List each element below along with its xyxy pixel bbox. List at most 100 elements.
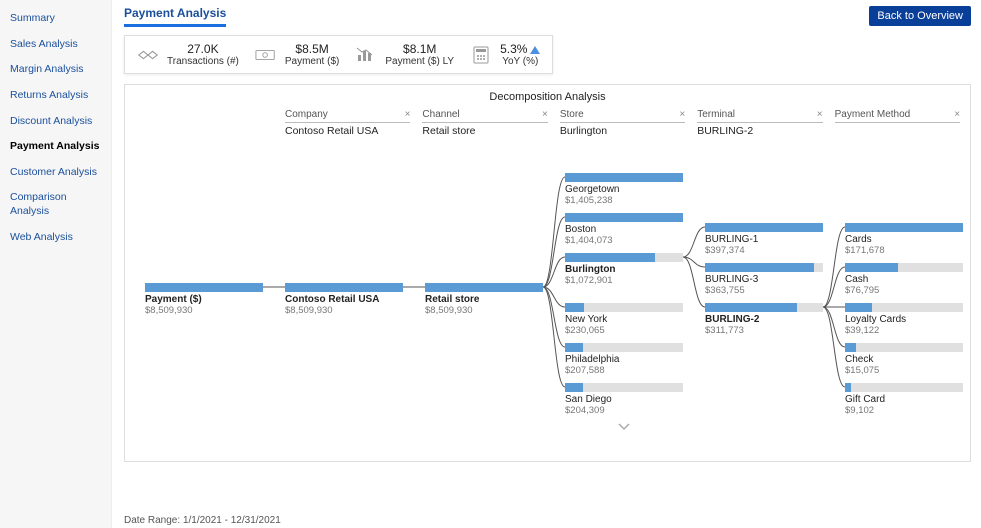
kpi-value: $8.5M xyxy=(285,42,339,56)
node-store-san-diego[interactable]: San Diego$204,309 xyxy=(565,383,683,416)
chart-icon xyxy=(355,46,377,64)
sidebar-item-sales-analysis[interactable]: Sales Analysis xyxy=(0,32,111,58)
decomposition-tree[interactable]: Payment ($)$8,509,930Contoso Retail USA$… xyxy=(135,153,960,453)
node-name: Philadelphia xyxy=(565,354,683,366)
node-method-check[interactable]: Check$15,075 xyxy=(845,343,963,376)
node-value: $397,374 xyxy=(705,246,823,257)
sidebar-item-payment-analysis[interactable]: Payment Analysis xyxy=(0,134,111,160)
breadcrumb-name: Channel xyxy=(422,109,459,120)
decomposition-breadcrumbs: Company × Contoso Retail USA Channel × Retail… xyxy=(285,109,960,137)
node-name: Loyalty Cards xyxy=(845,314,963,326)
node-value: $204,309 xyxy=(565,406,683,417)
node-bar xyxy=(705,263,823,272)
node-method-gift-card[interactable]: Gift Card$9,102 xyxy=(845,383,963,416)
node-bar xyxy=(425,283,543,292)
breadcrumb-name: Payment Method xyxy=(835,109,911,120)
node-name: Georgetown xyxy=(565,184,683,196)
node-name: New York xyxy=(565,314,683,326)
chevron-down-icon[interactable] xyxy=(617,421,631,435)
node-value: $311,773 xyxy=(705,326,823,337)
breadcrumb-value xyxy=(835,123,960,125)
breadcrumb-value: Retail store xyxy=(422,123,547,137)
node-value: $1,072,901 xyxy=(565,276,683,287)
node-store-philadelphia[interactable]: Philadelphia$207,588 xyxy=(565,343,683,376)
sidebar-item-summary[interactable]: Summary xyxy=(0,6,111,32)
node-bar xyxy=(845,343,963,352)
node-store-boston[interactable]: Boston$1,404,073 xyxy=(565,213,683,246)
close-icon[interactable]: × xyxy=(817,109,823,120)
node-bar xyxy=(845,263,963,272)
sidebar-item-returns-analysis[interactable]: Returns Analysis xyxy=(0,83,111,109)
node-store-georgetown[interactable]: Georgetown$1,405,238 xyxy=(565,173,683,206)
kpi-payment-: $8.5MPayment ($) xyxy=(255,42,339,67)
footer-date-range: Date Range: 1/1/2021 - 12/31/2021 xyxy=(124,515,281,526)
kpi-transactions-: 27.0KTransactions (#) xyxy=(137,42,239,67)
node-name: San Diego xyxy=(565,394,683,406)
node-name: Cards xyxy=(845,234,963,246)
sidebar-item-margin-analysis[interactable]: Margin Analysis xyxy=(0,57,111,83)
node-root[interactable]: Payment ($)$8,509,930 xyxy=(145,283,263,316)
node-channel[interactable]: Retail store$8,509,930 xyxy=(425,283,543,316)
kpi-value: $8.1M xyxy=(385,42,454,56)
node-bar xyxy=(845,223,963,232)
breadcrumb-name: Store xyxy=(560,109,584,120)
decomposition-card: Decomposition Analysis Company × Contoso R… xyxy=(124,84,971,462)
node-bar xyxy=(285,283,403,292)
breadcrumb-name: Company xyxy=(285,109,328,120)
node-name: BURLING-3 xyxy=(705,274,823,286)
back-to-overview-button[interactable]: Back to Overview xyxy=(869,6,971,26)
kpi-label: Transactions (#) xyxy=(167,56,239,67)
node-value: $8,509,930 xyxy=(425,306,543,317)
node-bar xyxy=(565,173,683,182)
node-name: Contoso Retail USA xyxy=(285,294,403,306)
node-terminal-burling-3[interactable]: BURLING-3$363,755 xyxy=(705,263,823,296)
node-name: Boston xyxy=(565,224,683,236)
date-range-label: Date Range: xyxy=(124,515,180,526)
main-content: Payment Analysis Back to Overview 27.0KT… xyxy=(112,0,981,528)
node-bar xyxy=(145,283,263,292)
node-bar xyxy=(845,303,963,312)
node-name: Burlington xyxy=(565,264,683,276)
node-value: $207,588 xyxy=(565,366,683,377)
node-method-cash[interactable]: Cash$76,795 xyxy=(845,263,963,296)
sidebar-item-web-analysis[interactable]: Web Analysis xyxy=(0,225,111,251)
node-bar xyxy=(565,253,683,262)
kpi-card: 27.0KTransactions (#)$8.5MPayment ($)$8.… xyxy=(124,35,553,74)
kpi-value: 27.0K xyxy=(167,42,239,56)
sidebar-item-customer-analysis[interactable]: Customer Analysis xyxy=(0,160,111,186)
sidebar: SummarySales AnalysisMargin AnalysisRetu… xyxy=(0,0,112,528)
breadcrumb-channel[interactable]: Channel × Retail store xyxy=(422,109,547,137)
kpi-label: Payment ($) xyxy=(285,56,339,67)
node-method-cards[interactable]: Cards$171,678 xyxy=(845,223,963,256)
handshake-icon xyxy=(137,46,159,64)
page-title: Payment Analysis xyxy=(124,6,226,27)
close-icon[interactable]: × xyxy=(679,109,685,120)
node-value: $9,102 xyxy=(845,406,963,417)
sidebar-item-comparison-analysis[interactable]: Comparison Analysis xyxy=(0,185,111,224)
node-terminal-burling-2[interactable]: BURLING-2$311,773 xyxy=(705,303,823,336)
node-value: $363,755 xyxy=(705,286,823,297)
breadcrumb-value: Contoso Retail USA xyxy=(285,123,410,137)
breadcrumb-payment-method[interactable]: Payment Method × xyxy=(835,109,960,137)
breadcrumb-company[interactable]: Company × Contoso Retail USA xyxy=(285,109,410,137)
sidebar-item-discount-analysis[interactable]: Discount Analysis xyxy=(0,109,111,135)
node-value: $76,795 xyxy=(845,286,963,297)
breadcrumb-store[interactable]: Store × Burlington xyxy=(560,109,685,137)
breadcrumb-terminal[interactable]: Terminal×BURLING-2 xyxy=(697,109,822,137)
close-icon[interactable]: × xyxy=(405,109,411,120)
node-name: BURLING-1 xyxy=(705,234,823,246)
node-store-new-york[interactable]: New York$230,065 xyxy=(565,303,683,336)
node-method-loyalty-cards[interactable]: Loyalty Cards$39,122 xyxy=(845,303,963,336)
node-value: $39,122 xyxy=(845,326,963,337)
node-bar xyxy=(565,383,683,392)
close-icon[interactable]: × xyxy=(542,109,548,120)
node-name: Payment ($) xyxy=(145,294,263,306)
node-store-burlington[interactable]: Burlington$1,072,901 xyxy=(565,253,683,286)
node-company[interactable]: Contoso Retail USA$8,509,930 xyxy=(285,283,403,316)
node-bar xyxy=(565,213,683,222)
close-icon[interactable]: × xyxy=(954,109,960,120)
decomposition-title: Decomposition Analysis xyxy=(135,91,960,103)
breadcrumb-value: Burlington xyxy=(560,123,685,137)
node-terminal-burling-1[interactable]: BURLING-1$397,374 xyxy=(705,223,823,256)
kpi-label: Payment ($) LY xyxy=(385,56,454,67)
